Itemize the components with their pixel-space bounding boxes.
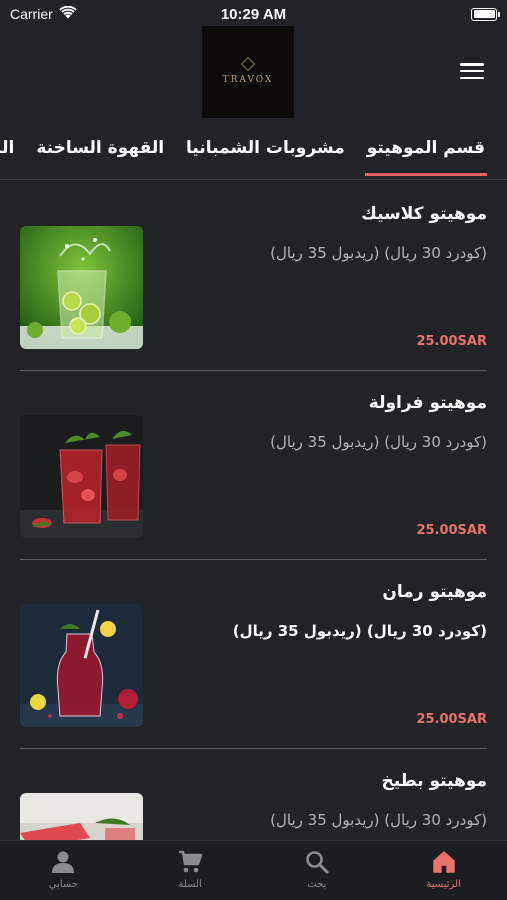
tab-mojito[interactable]: قسم الموهيتو	[364, 130, 488, 178]
product-description: (كودرد 30 ريال) (ريدبول 35 ريال)	[270, 244, 487, 262]
home-icon	[432, 851, 455, 873]
product-description: (كودرد 30 ريال) (ريدبول 35 ريال)	[270, 811, 487, 829]
product-name: موهيتو فراولة	[368, 393, 487, 413]
product-item[interactable]: موهيتو فراولة (كودرد 30 ريال) (ريدبول 35…	[0, 371, 507, 560]
product-name: موهيتو رمان	[382, 582, 487, 602]
strawberry-mojito-photo[interactable]	[20, 415, 143, 538]
category-tabs: قسم الموهيتو مشروبات الشمبانيا القهوة ال…	[0, 130, 507, 180]
nav-item-account[interactable]: حسابي	[0, 841, 127, 900]
nav-item-home[interactable]: الرئيسية	[380, 841, 507, 900]
nav-item-search[interactable]: بحث	[254, 841, 381, 900]
product-description: (كودرد 30 ريال) (ريدبول 35 ريال)	[232, 622, 487, 640]
nav-item-cart[interactable]: السلة	[127, 841, 254, 900]
hamburger-menu-icon[interactable]	[458, 60, 486, 82]
watermelon-mojito-photo[interactable]	[20, 793, 143, 840]
product-description: (كودرد 30 ريال) (ريدبول 35 ريال)	[270, 433, 487, 451]
brand-logo: TRAVOX	[202, 26, 294, 118]
product-list: موهيتو كلاسيك (كودرد 30 ريال) (ريدبول 35…	[0, 182, 507, 840]
tab-champagne-drinks[interactable]: مشروبات الشمبانيا	[186, 130, 345, 178]
product-price: 25.00SAR	[416, 523, 487, 538]
product-item[interactable]: موهيتو كلاسيك (كودرد 30 ريال) (ريدبول 35…	[0, 182, 507, 371]
nav-label: بحث	[307, 879, 327, 890]
bottom-nav: حسابي السلة بحث الرئيسية	[0, 840, 507, 900]
pomegranate-mojito-photo[interactable]	[20, 604, 143, 727]
nav-label: السلة	[178, 879, 202, 890]
tab-drinks[interactable]: المشروبات	[0, 130, 14, 178]
tab-hot-coffee[interactable]: القهوة الساخنة	[36, 130, 164, 178]
green-mojito-photo[interactable]	[20, 226, 143, 349]
cart-icon	[179, 850, 203, 873]
product-name: موهيتو بطيخ	[381, 771, 487, 791]
search-icon	[306, 851, 329, 874]
carrier-label: Carrier	[10, 6, 53, 22]
app-header: TRAVOX	[0, 24, 507, 118]
product-price: 25.00SAR	[416, 712, 487, 727]
product-price: 25.00SAR	[416, 334, 487, 349]
logo-mark-icon	[240, 56, 256, 72]
product-item[interactable]: موهيتو بطيخ (كودرد 30 ريال) (ريدبول 35 ر…	[0, 749, 507, 840]
nav-label: الرئيسية	[426, 879, 461, 890]
nav-label: حسابي	[48, 879, 79, 890]
battery-icon	[471, 7, 500, 21]
product-name: موهيتو كلاسيك	[361, 204, 487, 224]
logo-text: TRAVOX	[222, 75, 274, 85]
wifi-icon	[58, 5, 77, 22]
product-item[interactable]: موهيتو رمان (كودرد 30 ريال) (ريدبول 35 ر…	[0, 560, 507, 749]
person-icon	[52, 851, 75, 873]
status-left: Carrier	[10, 5, 77, 22]
